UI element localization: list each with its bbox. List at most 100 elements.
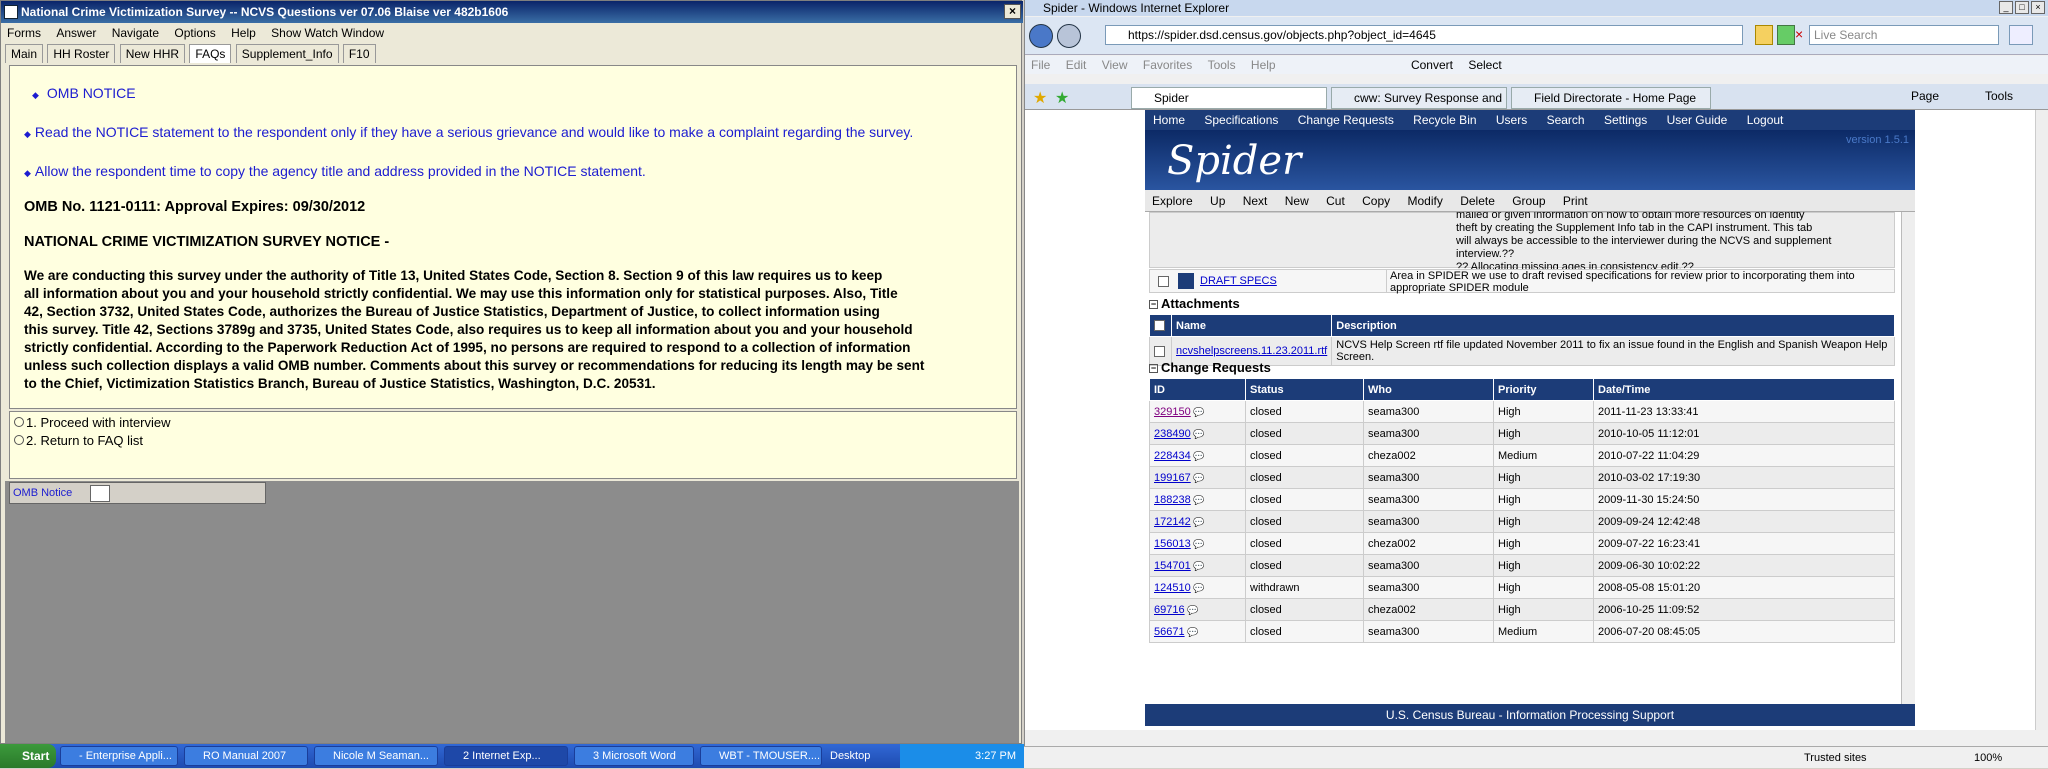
cr-id-link[interactable]: 238490 bbox=[1154, 428, 1191, 440]
tab-spider[interactable]: Spider bbox=[1131, 87, 1327, 109]
comment-icon[interactable]: 💬 bbox=[1191, 407, 1204, 417]
answer-proceed[interactable]: 1. Proceed with interview bbox=[14, 414, 1012, 432]
menu-edit[interactable]: Edit bbox=[1060, 58, 1093, 72]
collapse-icon[interactable]: − bbox=[1149, 364, 1158, 373]
minimize-button[interactable]: _ bbox=[1999, 1, 2013, 14]
tool-cut[interactable]: Cut bbox=[1319, 194, 1352, 208]
add-favorite-icon[interactable]: ★ bbox=[1055, 88, 1069, 108]
col-description[interactable]: Description bbox=[1331, 314, 1895, 337]
tool-delete[interactable]: Delete bbox=[1453, 194, 1502, 208]
select-all-header[interactable] bbox=[1149, 314, 1172, 337]
comment-icon[interactable]: 💬 bbox=[1191, 451, 1204, 461]
viewport-scrollbar[interactable] bbox=[2035, 110, 2048, 730]
row-checkbox[interactable] bbox=[1154, 345, 1165, 357]
tab-faqs[interactable]: FAQs bbox=[189, 44, 232, 63]
cr-id-link[interactable]: 154701 bbox=[1154, 560, 1191, 572]
menu-options[interactable]: Options bbox=[168, 26, 221, 40]
cr-id-link[interactable]: 172142 bbox=[1154, 516, 1191, 528]
col-priority[interactable]: Priority bbox=[1493, 378, 1594, 401]
forward-button[interactable] bbox=[1057, 24, 1081, 48]
collapse-icon[interactable]: − bbox=[1149, 300, 1158, 309]
task-word[interactable]: 3 Microsoft Word bbox=[574, 746, 694, 766]
nav-settings[interactable]: Settings bbox=[1596, 113, 1655, 127]
nav-search[interactable]: Search bbox=[1539, 113, 1593, 127]
comment-icon[interactable]: 💬 bbox=[1191, 517, 1204, 527]
comment-icon[interactable]: 💬 bbox=[1191, 539, 1204, 549]
menu-answer[interactable]: Answer bbox=[50, 26, 102, 40]
tab-supplement-info[interactable]: Supplement_Info bbox=[235, 44, 339, 63]
radio-icon[interactable] bbox=[14, 435, 24, 445]
search-icon[interactable] bbox=[2009, 25, 2033, 45]
cr-id-link[interactable]: 199167 bbox=[1154, 472, 1191, 484]
comment-icon[interactable]: 💬 bbox=[1191, 583, 1204, 593]
col-name[interactable]: Name bbox=[1170, 314, 1333, 337]
back-button[interactable] bbox=[1029, 24, 1053, 48]
tab-hh-roster[interactable]: HH Roster bbox=[47, 44, 116, 63]
comment-icon[interactable]: 💬 bbox=[1191, 495, 1204, 505]
start-button[interactable]: Start bbox=[0, 744, 56, 768]
col-who[interactable]: Who bbox=[1363, 378, 1494, 401]
nav-change-requests[interactable]: Change Requests bbox=[1290, 113, 1402, 127]
tool-print[interactable]: Print bbox=[1556, 194, 1595, 208]
cr-id-link[interactable]: 56671 bbox=[1154, 626, 1185, 638]
menu-forms[interactable]: Forms bbox=[1, 26, 47, 40]
nav-user-guide[interactable]: User Guide bbox=[1659, 113, 1736, 127]
menu-favorites[interactable]: Favorites bbox=[1137, 58, 1198, 72]
tool-explore[interactable]: Explore bbox=[1145, 194, 1200, 208]
field-input[interactable] bbox=[90, 485, 110, 502]
task-ro-manual[interactable]: RO Manual 2007 bbox=[184, 746, 308, 766]
tool-new[interactable]: New bbox=[1278, 194, 1316, 208]
stop-icon[interactable]: × bbox=[1795, 25, 1809, 45]
cr-id-link[interactable]: 188238 bbox=[1154, 494, 1191, 506]
nav-users[interactable]: Users bbox=[1488, 113, 1535, 127]
tab-f10[interactable]: F10 bbox=[342, 44, 376, 63]
change-requests-section[interactable]: − Change Requests bbox=[1149, 360, 1271, 375]
attachment-link[interactable]: ncvshelpscreens.11.23.2011.rtf bbox=[1176, 345, 1327, 357]
nav-recycle-bin[interactable]: Recycle Bin bbox=[1405, 113, 1484, 127]
page-menu[interactable]: Page bbox=[1911, 89, 1939, 103]
url-input[interactable]: https://spider.dsd.census.gov/objects.ph… bbox=[1105, 25, 1743, 45]
security-zone[interactable]: Trusted sites bbox=[1804, 747, 1867, 769]
menu-show-watch[interactable]: Show Watch Window bbox=[265, 26, 390, 40]
tool-modify[interactable]: Modify bbox=[1401, 194, 1450, 208]
comment-icon[interactable]: 💬 bbox=[1185, 627, 1198, 637]
close-button[interactable]: × bbox=[1004, 4, 1021, 19]
lock-icon[interactable] bbox=[1755, 25, 1773, 45]
task-internet-explorer[interactable]: 2 Internet Exp... bbox=[444, 746, 568, 766]
search-input[interactable]: Live Search bbox=[1809, 25, 1999, 45]
desktop-toolbar[interactable]: Desktop bbox=[830, 744, 870, 768]
refresh-icon[interactable] bbox=[1777, 25, 1795, 45]
col-id[interactable]: ID bbox=[1149, 378, 1246, 401]
nav-specifications[interactable]: Specifications bbox=[1196, 113, 1286, 127]
tool-next[interactable]: Next bbox=[1236, 194, 1275, 208]
task-wbt[interactable]: WBT - TMOUSER.... bbox=[700, 746, 822, 766]
tools-menu[interactable]: Tools bbox=[1985, 89, 2013, 103]
convert-button[interactable]: Convert bbox=[1405, 58, 1459, 72]
comment-icon[interactable]: 💬 bbox=[1185, 605, 1198, 615]
comment-icon[interactable]: 💬 bbox=[1191, 561, 1204, 571]
answer-return[interactable]: 2. Return to FAQ list bbox=[14, 432, 1012, 450]
cr-id-link[interactable]: 124510 bbox=[1154, 582, 1191, 594]
attachments-section[interactable]: − Attachments bbox=[1149, 296, 1240, 311]
tool-up[interactable]: Up bbox=[1203, 194, 1232, 208]
task-nicole[interactable]: Nicole M Seaman... bbox=[314, 746, 438, 766]
comment-icon[interactable]: 💬 bbox=[1191, 429, 1204, 439]
task-enterprise[interactable]: - Enterprise Appli... bbox=[60, 746, 178, 766]
select-button[interactable]: Select bbox=[1462, 58, 1507, 72]
menu-help[interactable]: Help bbox=[1245, 58, 1282, 72]
tool-group[interactable]: Group bbox=[1505, 194, 1552, 208]
close-button[interactable]: × bbox=[2031, 1, 2045, 14]
select-all-checkbox[interactable] bbox=[1154, 320, 1165, 332]
zoom-level[interactable]: 100% bbox=[1974, 747, 2002, 769]
cr-id-link[interactable]: 228434 bbox=[1154, 450, 1191, 462]
menu-navigate[interactable]: Navigate bbox=[106, 26, 165, 40]
draft-specs-link[interactable]: DRAFT SPECS bbox=[1200, 275, 1277, 287]
favorites-star-icon[interactable]: ★ bbox=[1033, 88, 1047, 108]
tab-new-hhr[interactable]: New HHR bbox=[119, 44, 186, 63]
nav-home[interactable]: Home bbox=[1145, 113, 1193, 127]
tab-cww[interactable]: cww: Survey Response and ... bbox=[1331, 87, 1507, 109]
tab-field-directorate[interactable]: Field Directorate - Home Page bbox=[1511, 87, 1711, 109]
menu-view[interactable]: View bbox=[1096, 58, 1134, 72]
menu-tools[interactable]: Tools bbox=[1202, 58, 1242, 72]
radio-icon[interactable] bbox=[14, 417, 24, 427]
